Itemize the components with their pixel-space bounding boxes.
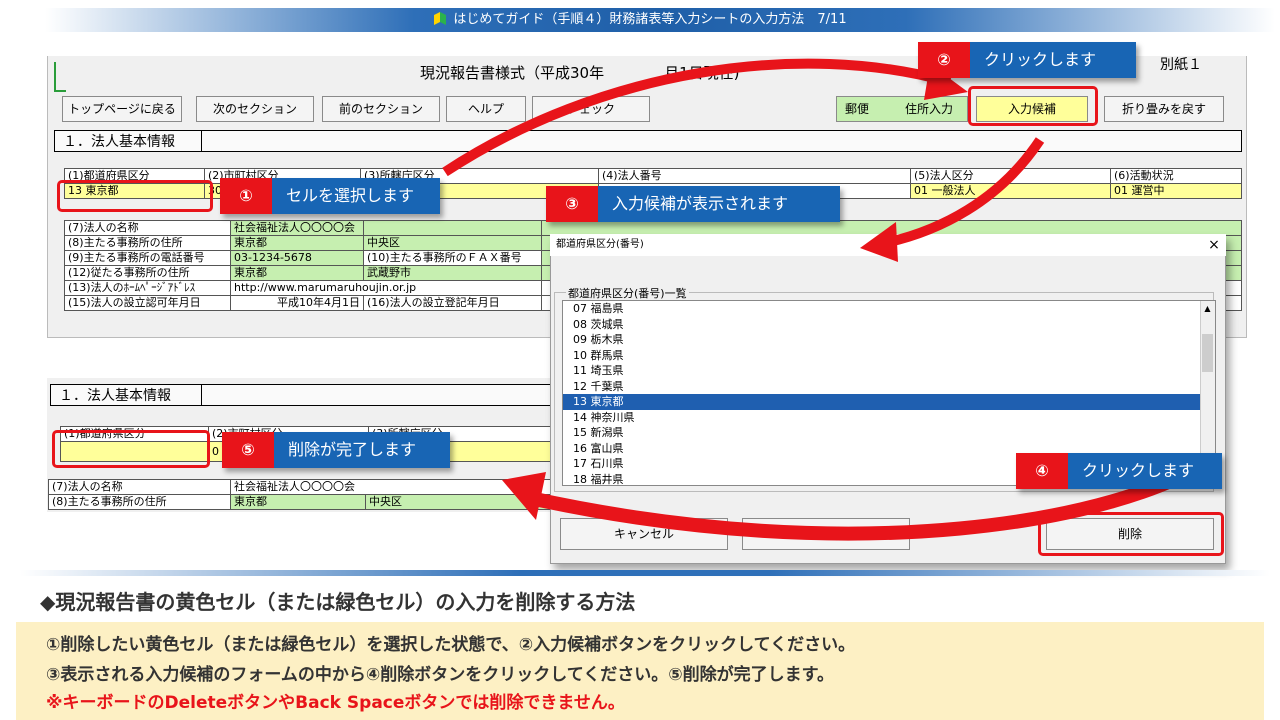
step-text: 入力候補が表示されます: [598, 186, 840, 222]
step-text: 削除が完了します: [274, 432, 450, 468]
instruction-line-2: ③表示される入力候補のフォームの中から④削除ボタンをクリックしてください。⑤削除…: [46, 665, 834, 685]
divider-bar: [20, 570, 1270, 576]
step-text: クリックします: [1068, 453, 1222, 489]
step-number: ⑤: [222, 432, 274, 468]
step-number: ①: [220, 178, 272, 214]
callout-step-1: ① セルを選択します: [220, 178, 440, 214]
instruction-line-1: ①削除したい黄色セル（または緑色セル）を選択した状態で、②入力候補ボタンをクリッ…: [46, 635, 856, 655]
callout-step-4: ④ クリックします: [1016, 453, 1222, 489]
callout-step-3: ③ 入力候補が表示されます: [546, 186, 840, 222]
step-number: ②: [918, 42, 970, 78]
step-text: セルを選択します: [272, 178, 440, 214]
instructions-box: ①削除したい黄色セル（または緑色セル）を選択した状態で、②入力候補ボタンをクリッ…: [16, 622, 1264, 720]
step-text: クリックします: [970, 42, 1136, 78]
step-number: ③: [546, 186, 598, 222]
instruction-warning: ※キーボードのDeleteボタンやBack Spaceボタンでは削除できません。: [46, 693, 625, 713]
callout-step-5: ⑤ 削除が完了します: [222, 432, 450, 468]
callout-step-2: ② クリックします: [918, 42, 1136, 78]
instructions-headline: ◆現況報告書の黄色セル（または緑色セル）の入力を削除する方法: [40, 590, 636, 614]
step-number: ④: [1016, 453, 1068, 489]
